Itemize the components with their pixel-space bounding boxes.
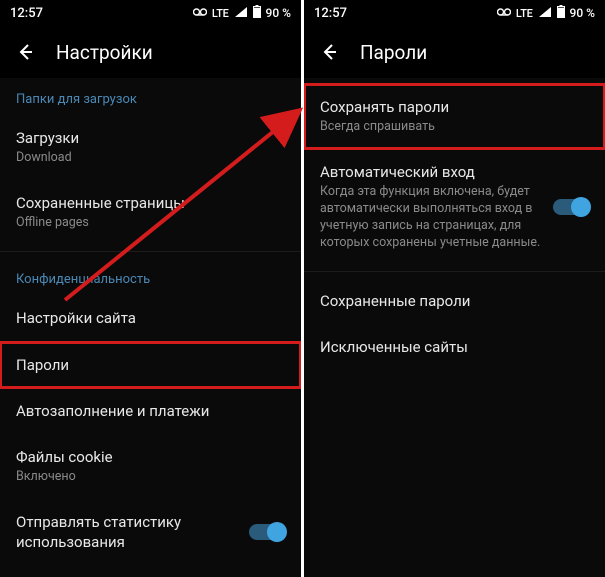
- status-time: 12:57: [10, 6, 43, 21]
- signal-icon: [234, 6, 248, 21]
- signal-icon: [538, 6, 552, 21]
- section-privacy: Конфиденциальность: [0, 258, 301, 295]
- back-button[interactable]: [318, 42, 338, 62]
- passwords-list: Сохранять пароли Всегда спрашивать Автом…: [304, 78, 605, 577]
- item-label: Сохраненные страницы: [16, 193, 285, 213]
- item-label: Отправлять статистику использования: [16, 512, 239, 553]
- item-sub: Включено: [16, 469, 285, 486]
- item-label: Настройки сайта: [16, 308, 285, 328]
- voicemail-icon: [193, 6, 207, 20]
- item-cookies[interactable]: Файлы cookie Включено: [0, 434, 301, 499]
- item-sub: Когда эта функция включена, будет автома…: [320, 184, 543, 252]
- item-label: Автоматический вход: [320, 162, 543, 182]
- divider: [0, 251, 301, 252]
- appbar: Настройки: [0, 26, 301, 78]
- lte-label: LTE: [516, 7, 533, 20]
- status-time: 12:57: [314, 6, 347, 21]
- usage-stats-toggle[interactable]: [249, 524, 285, 540]
- item-autofill[interactable]: Автозаполнение и платежи: [0, 388, 301, 434]
- item-downloads[interactable]: Загрузки Download: [0, 115, 301, 180]
- divider: [304, 271, 605, 272]
- item-label: Загрузки: [16, 128, 285, 148]
- item-sub: Download: [16, 150, 285, 167]
- item-sub: Всегда спрашивать: [320, 119, 589, 136]
- item-saved-passwords[interactable]: Сохраненные пароли: [304, 278, 605, 324]
- item-auto-signin[interactable]: Автоматический вход Когда эта функция вк…: [304, 149, 605, 265]
- item-label: Файлы cookie: [16, 447, 285, 467]
- page-title: Настройки: [56, 41, 153, 64]
- item-excluded-sites[interactable]: Исключенные сайты: [304, 324, 605, 370]
- item-site-settings[interactable]: Настройки сайта: [0, 295, 301, 341]
- phone-left: 12:57 LTE 90 % Настройки П: [0, 0, 301, 577]
- phone-right: 12:57 LTE 90 % Пароли: [304, 0, 605, 577]
- item-passwords[interactable]: Пароли: [0, 342, 301, 388]
- item-usage-stats[interactable]: Отправлять статистику использования: [0, 499, 301, 566]
- status-bar: 12:57 LTE 90 %: [0, 0, 301, 26]
- page-title: Пароли: [360, 41, 427, 64]
- status-right: LTE 90 %: [497, 5, 595, 21]
- section-downloads: Папки для загрузок: [0, 78, 301, 115]
- auto-signin-toggle[interactable]: [553, 199, 589, 215]
- item-label: Сохраненные пароли: [320, 291, 589, 311]
- lte-label: LTE: [212, 7, 229, 20]
- item-clear-history[interactable]: Очистить историю посещений…: [0, 566, 301, 577]
- back-button[interactable]: [14, 42, 34, 62]
- appbar: Пароли: [304, 26, 605, 78]
- battery-icon: [253, 5, 261, 21]
- item-label: Сохранять пароли: [320, 97, 589, 117]
- item-label: Автозаполнение и платежи: [16, 401, 285, 421]
- item-label: Исключенные сайты: [320, 337, 589, 357]
- item-save-passwords[interactable]: Сохранять пароли Всегда спрашивать: [304, 84, 605, 149]
- item-label: Пароли: [16, 355, 285, 375]
- voicemail-icon: [497, 6, 511, 20]
- item-saved-pages[interactable]: Сохраненные страницы Offline pages: [0, 180, 301, 245]
- item-sub: Offline pages: [16, 215, 285, 232]
- battery-percent: 90 %: [266, 6, 291, 20]
- status-right: LTE 90 %: [193, 5, 291, 21]
- battery-percent: 90 %: [570, 6, 595, 20]
- battery-icon: [557, 5, 565, 21]
- status-bar: 12:57 LTE 90 %: [304, 0, 605, 26]
- settings-list: Папки для загрузок Загрузки Download Сох…: [0, 78, 301, 577]
